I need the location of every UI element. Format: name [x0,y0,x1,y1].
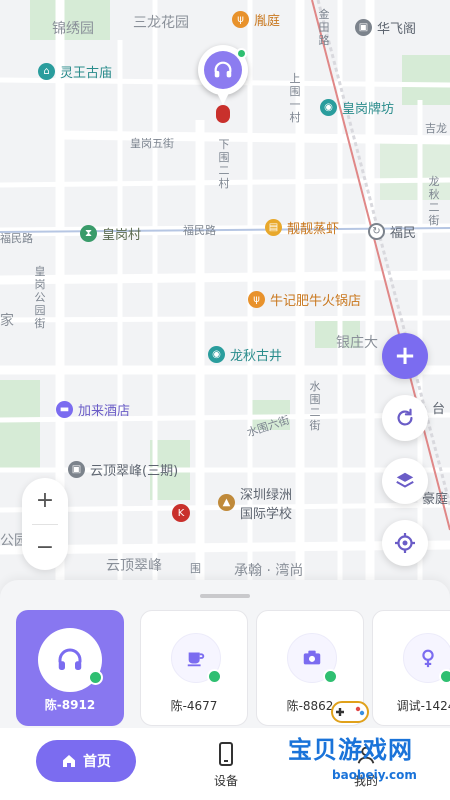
road-label-fumin-left: 福民路 [0,232,33,245]
device-card-8912[interactable]: 陈-8912 [16,610,124,726]
poi-jialai[interactable]: ▬ 加来酒店 [56,400,130,419]
camera-icon [303,650,321,665]
poi-shenzhen-school[interactable]: ▲ 深圳绿洲 国际学校 [218,486,292,524]
area-label-yinzhuang: 银庄大 [336,335,378,351]
hotel-icon: ▬ [56,401,73,418]
device-name: 陈-8912 [44,698,96,712]
poi-huanggang-paifang[interactable]: ◉ 皇岗牌坊 [320,98,394,117]
area-label-jia: 家 [0,313,14,329]
location-dot-icon [216,105,230,123]
online-status-dot [439,669,450,684]
area-label-ji: 吉龙 [425,122,447,135]
online-status-dot [323,669,338,684]
poi-lingwang[interactable]: ⌂ 灵王古庙 [38,62,112,81]
building-icon: ▣ [355,19,372,36]
kfc-icon: K [172,504,190,522]
poi-haoting[interactable]: 豪庭 [422,488,448,507]
zoom-control: + − [22,478,68,570]
station-icon: ⧗ [80,225,97,242]
area-label-tai: 台 [432,402,446,417]
cup-icon [187,652,205,667]
zoom-in-button[interactable]: + [22,478,68,524]
road-label-shuiwei2: 水围二街 [309,380,321,432]
watermark: 宝贝游戏网 baobeiy.com [268,690,448,800]
watermark-title: 宝贝游戏网 [288,736,413,764]
road-label-shangwei: 上围一村 [289,72,301,124]
temple-icon: ⌂ [38,63,55,80]
marker-tail [215,89,231,105]
poi-fumin[interactable]: ↻ 福民 [368,222,416,241]
road-label-wei: 围 [190,562,201,575]
restaurant-icon: ψ [232,11,249,28]
area-label-chenghan: 承翰 · 湾尚 [234,563,304,579]
crosshair-icon [395,533,415,553]
school-name-line1: 深圳绿洲 [240,488,293,503]
refresh-button[interactable] [382,395,428,441]
road-label-xiawei: 下围二村 [218,138,230,190]
poi-liangliang[interactable]: ▤ 靓靓蒸虾 [265,218,339,237]
device-marker[interactable] [198,45,248,125]
road-label-huanggang5: 皇岗五街 [130,137,174,150]
camera-icon: ◉ [208,346,225,363]
watermark-url: baobeiy.com [332,768,417,782]
headphones-icon [58,648,82,670]
home-icon [63,755,75,767]
female-icon [422,649,434,668]
locate-button[interactable] [382,520,428,566]
nav-device-button[interactable]: 设备 [196,738,256,789]
layers-icon [396,472,414,488]
device-card-4677[interactable]: 陈-4677 [140,610,248,726]
building-icon: ▣ [68,461,85,478]
poi-kfc[interactable]: K [172,504,190,522]
road-label-longqiu: 龙秋二街 [428,175,440,227]
restaurant-icon: ▤ [265,219,282,236]
area-label-jinxiu: 锦绣园 [52,21,94,37]
poi-luting[interactable]: ψ 胤庭 [232,10,280,29]
phone-icon [219,742,233,766]
refresh-icon [397,408,413,426]
poi-yunding[interactable]: ▣ 云顶翠峰(三期) [68,460,178,479]
area-label-yunding: 云顶翠峰 [106,558,162,574]
poi-longqiu-well[interactable]: ◉ 龙秋古井 [208,345,282,364]
online-status-dot [236,48,247,59]
zoom-out-button[interactable]: − [22,524,68,570]
add-button[interactable]: + [382,333,428,379]
school-icon: ▲ [218,494,235,511]
layers-button[interactable] [382,458,428,504]
poi-huafei[interactable]: ▣ 华飞阁 [355,18,416,37]
area-label-sanlong: 三龙花园 [133,15,189,31]
camera-icon: ◉ [320,99,337,116]
school-name-line2: 国际学校 [240,507,293,522]
poi-niuji[interactable]: ψ 牛记肥牛火锅店 [248,290,361,309]
road-label-fumin-mid: 福民路 [183,224,216,237]
sheet-drag-handle[interactable] [200,594,250,598]
map-view[interactable]: 锦绣园 三龙花园 家 公园 银庄大 云顶翠峰 承翰 · 湾尚 台 吉龙 金田路 … [0,0,450,600]
online-status-dot [207,669,222,684]
transit-icon: ↻ [368,223,385,240]
road-label-jintian: 金田路 [318,8,330,47]
road-label-huanggang-park: 皇岗公园街 [34,265,46,330]
device-name: 陈-4677 [170,699,218,713]
nav-home-label: 首页 [83,754,111,770]
nav-home-button[interactable]: 首页 [36,740,136,782]
gamepad-icon [331,701,369,723]
online-status-dot [88,670,103,685]
poi-huanggangcun[interactable]: ⧗ 皇岗村 [80,224,141,243]
nav-device-label: 设备 [213,774,238,788]
restaurant-icon: ψ [248,291,265,308]
